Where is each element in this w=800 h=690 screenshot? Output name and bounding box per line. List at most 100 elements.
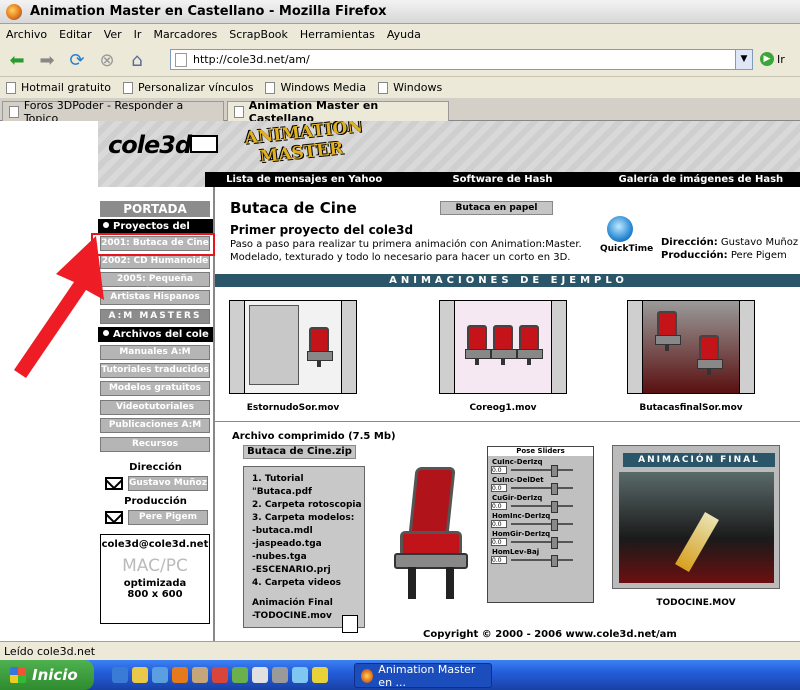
go-button[interactable]: ▶ Ir (760, 52, 785, 66)
slider-value[interactable]: 0.0 (491, 466, 507, 474)
main-content: Butaca de Cine Butaca en papel Primer pr… (213, 187, 800, 641)
bookmark-hotmail[interactable]: Hotmail gratuito (6, 81, 111, 94)
bookmark-icon (123, 81, 134, 94)
quicklaunch-icon[interactable] (292, 667, 308, 683)
bookmark-windows-media[interactable]: Windows Media (265, 81, 366, 94)
tab-bar: Foros 3DPoder - Responder a Topico Anima… (0, 98, 800, 125)
thumb-label-estornudo[interactable]: EstornudoSor.mov (229, 403, 357, 413)
pose-sliders-mini-panel (249, 305, 299, 385)
home-icon[interactable]: ⌂ (124, 47, 150, 73)
menu-ver[interactable]: Ver (98, 28, 128, 41)
bookmark-label: Windows Media (280, 81, 367, 94)
quicklaunch-icon[interactable] (232, 667, 248, 683)
sidebar-item-videotutoriales[interactable]: Videotutoriales (100, 400, 210, 415)
slider-label: HomGir-DerIzq (492, 530, 551, 538)
contact-email[interactable]: cole3d@cole3d.net (101, 539, 209, 550)
quicktime-logo[interactable]: QuickTime (600, 216, 653, 254)
slider-track[interactable] (511, 519, 573, 531)
final-animation-label[interactable]: TODOCINE.MOV (612, 598, 780, 608)
slider-row[interactable]: 0.0 (491, 501, 593, 513)
slider-track[interactable] (511, 555, 573, 567)
section-divider (215, 421, 800, 422)
forward-arrow-icon[interactable]: ➡ (34, 47, 60, 73)
back-arrow-icon[interactable]: ⬅ (4, 47, 30, 73)
produccion-name-button[interactable]: Pere Pigem (128, 510, 208, 525)
firefox-quicklaunch-icon[interactable] (172, 667, 188, 683)
quicklaunch-icon[interactable] (192, 667, 208, 683)
reload-icon[interactable]: ⟳ (64, 47, 90, 73)
bookmark-icon (6, 81, 16, 94)
thumb-butacasfinal[interactable] (627, 300, 755, 394)
slider-value[interactable]: 0.0 (491, 538, 507, 546)
start-button[interactable]: Inicio (0, 660, 94, 690)
bookmark-label: Hotmail gratuito (21, 81, 112, 94)
bookmark-personalizar[interactable]: Personalizar vínculos (123, 81, 253, 94)
quicklaunch-icon[interactable] (272, 667, 288, 683)
envelope-icon[interactable] (105, 511, 123, 524)
thumb-estornudo[interactable] (229, 300, 357, 394)
slider-track[interactable] (511, 537, 573, 549)
menu-archivo[interactable]: Archivo (0, 28, 53, 41)
stop-icon[interactable]: ⊗ (94, 47, 120, 73)
zip-download-button[interactable]: Butaca de Cine.zip (243, 445, 356, 459)
quicklaunch-icon[interactable] (212, 667, 228, 683)
menu-herramientas[interactable]: Herramientas (294, 28, 381, 41)
slider-value[interactable]: 0.0 (491, 484, 507, 492)
link-hash-software[interactable]: Software de Hash (403, 174, 601, 185)
file-list-item: -nubes.tga (252, 552, 307, 562)
final-animation-image[interactable] (619, 472, 774, 583)
menu-ir[interactable]: Ir (128, 28, 148, 41)
optimized-label: optimizada (123, 578, 187, 589)
menu-marcadores[interactable]: Marcadores (147, 28, 223, 41)
slider-track[interactable] (511, 501, 573, 513)
slider-label: HomLev-Baj (492, 548, 540, 556)
sidebar-portada[interactable]: PORTADA (100, 201, 210, 217)
slider-row[interactable]: 0.0 (491, 555, 593, 567)
navigation-toolbar: ⬅ ➡ ⟳ ⊗ ⌂ http://cole3d.net/am/ ▼ ▶ Ir (0, 44, 800, 76)
direccion-label: Dirección (129, 462, 182, 473)
slider-row[interactable]: 0.0 (491, 537, 593, 549)
slider-track[interactable] (511, 483, 573, 495)
chair-image (305, 327, 335, 367)
thumb-coreog[interactable] (439, 300, 567, 394)
slider-row[interactable]: 0.0 (491, 483, 593, 495)
url-dropdown-icon[interactable]: ▼ (735, 50, 752, 69)
link-yahoo-list[interactable]: Lista de mensajes en Yahoo (205, 174, 403, 185)
tab-foros-3dpoder[interactable]: Foros 3DPoder - Responder a Topico (2, 99, 224, 125)
thumb-frame (244, 301, 342, 393)
envelope-icon[interactable] (105, 477, 123, 490)
quicklaunch-icon[interactable] (152, 667, 168, 683)
url-bar[interactable]: http://cole3d.net/am/ ▼ (170, 49, 753, 70)
slider-row[interactable]: 0.0 (491, 465, 593, 477)
quicklaunch-icon[interactable] (132, 667, 148, 683)
big-chair-image (390, 467, 470, 617)
pose-sliders-panel: Pose Sliders CuInc-DerIzq 0.0 CuInc-DelD… (487, 446, 594, 603)
slider-value[interactable]: 0.0 (491, 520, 507, 528)
sidebar-item-recursos[interactable]: Recursos (100, 437, 210, 452)
direccion-name-button[interactable]: Gustavo Muñoz (128, 476, 208, 491)
slider-row[interactable]: 0.0 (491, 519, 593, 531)
butaca-papel-button[interactable]: Butaca en papel (440, 201, 553, 215)
link-hash-gallery[interactable]: Galería de imágenes de Hash (602, 174, 800, 185)
menu-scrapbook[interactable]: ScrapBook (223, 28, 294, 41)
slider-value[interactable]: 0.0 (491, 556, 507, 564)
thumb-label-butacasfinal[interactable]: ButacasfinalSor.mov (627, 403, 755, 413)
final-animation-bar: ANIMACIÓN FINAL (623, 453, 775, 467)
menu-editar[interactable]: Editar (53, 28, 98, 41)
site-logo[interactable]: cole3d (108, 131, 192, 159)
taskbar-item-firefox[interactable]: Animation Master en ... (354, 663, 492, 689)
file-list-item: -butaca.mdl (252, 526, 313, 536)
menu-ayuda[interactable]: Ayuda (381, 28, 427, 41)
firefox-icon (361, 668, 374, 683)
tab-animation-master[interactable]: Animation Master en Castellano (227, 99, 449, 125)
slider-value[interactable]: 0.0 (491, 502, 507, 510)
sidebar-item-publicaciones[interactable]: Publicaciones A:M (100, 418, 210, 433)
bookmark-windows[interactable]: Windows (378, 81, 442, 94)
ie-icon[interactable] (112, 667, 128, 683)
slider-track[interactable] (511, 465, 573, 477)
heading-label: Archivos del cole (113, 329, 209, 340)
quicklaunch-icon[interactable] (312, 667, 328, 683)
slider-label: CuInc-DerIzq (492, 458, 543, 466)
thumb-label-coreog[interactable]: Coreog1.mov (439, 403, 567, 413)
quicklaunch-icon[interactable] (252, 667, 268, 683)
